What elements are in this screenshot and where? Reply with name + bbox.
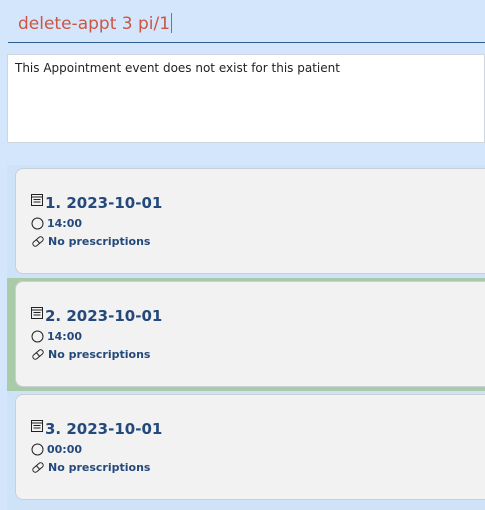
appointment-prescriptions: No prescriptions xyxy=(31,235,150,248)
calendar-icon xyxy=(31,194,43,206)
appointment-time-value: 14:00 xyxy=(47,330,83,343)
text-caret xyxy=(171,13,173,33)
appointment-prescriptions: No prescriptions xyxy=(31,461,150,474)
pill-icon xyxy=(32,236,44,247)
appointment-time: 00:00 xyxy=(31,443,82,456)
result-message: This Appointment event does not exist fo… xyxy=(15,61,340,75)
clock-icon xyxy=(31,217,44,230)
appointment-time-value: 00:00 xyxy=(47,443,83,456)
appointment-title: 2. 2023-10-01 xyxy=(31,306,162,325)
command-input[interactable]: delete-appt 3 pi/1 xyxy=(18,13,173,34)
clock-icon xyxy=(31,330,44,343)
calendar-icon xyxy=(31,307,43,319)
appointment-prescriptions-value: No prescriptions xyxy=(48,461,151,474)
appointment-list[interactable]: 1. 2023-10-01 14:00 No prescriptions 2. … xyxy=(7,165,485,510)
appointment-date: 2023-10-01 xyxy=(66,194,163,212)
appointment-date: 2023-10-01 xyxy=(66,307,163,325)
appointment-index: 1. xyxy=(45,194,62,212)
appointment-card[interactable]: 2. 2023-10-01 14:00 No prescriptions xyxy=(15,281,485,387)
clock-icon xyxy=(31,443,44,456)
appointment-index: 2. xyxy=(45,307,62,325)
appointment-prescriptions-value: No prescriptions xyxy=(48,235,151,248)
appointment-row[interactable]: 1. 2023-10-01 14:00 No prescriptions xyxy=(7,165,485,278)
appointment-index: 3. xyxy=(45,420,62,438)
result-display: This Appointment event does not exist fo… xyxy=(7,54,485,143)
appointment-prescriptions: No prescriptions xyxy=(31,348,150,361)
appointment-card[interactable]: 3. 2023-10-01 00:00 No prescriptions xyxy=(15,394,485,500)
appointment-time: 14:00 xyxy=(31,330,82,343)
command-text: delete-appt 3 pi/1 xyxy=(18,14,171,34)
appointment-card[interactable]: 1. 2023-10-01 14:00 No prescriptions xyxy=(15,168,485,274)
appointment-title: 1. 2023-10-01 xyxy=(31,193,162,212)
appointment-prescriptions-value: No prescriptions xyxy=(48,348,151,361)
command-bar[interactable]: delete-appt 3 pi/1 xyxy=(8,6,485,43)
pill-icon xyxy=(32,349,44,360)
appointment-row-selected[interactable]: 2. 2023-10-01 14:00 No prescriptions xyxy=(7,278,485,391)
appointment-date: 2023-10-01 xyxy=(66,420,163,438)
appointment-time: 14:00 xyxy=(31,217,82,230)
appointment-row[interactable]: 3. 2023-10-01 00:00 No prescriptions xyxy=(7,391,485,504)
pill-icon xyxy=(32,462,44,473)
appointment-title: 3. 2023-10-01 xyxy=(31,419,162,438)
calendar-icon xyxy=(31,420,43,432)
list-bottom-edge xyxy=(7,504,485,510)
appointment-time-value: 14:00 xyxy=(47,217,83,230)
